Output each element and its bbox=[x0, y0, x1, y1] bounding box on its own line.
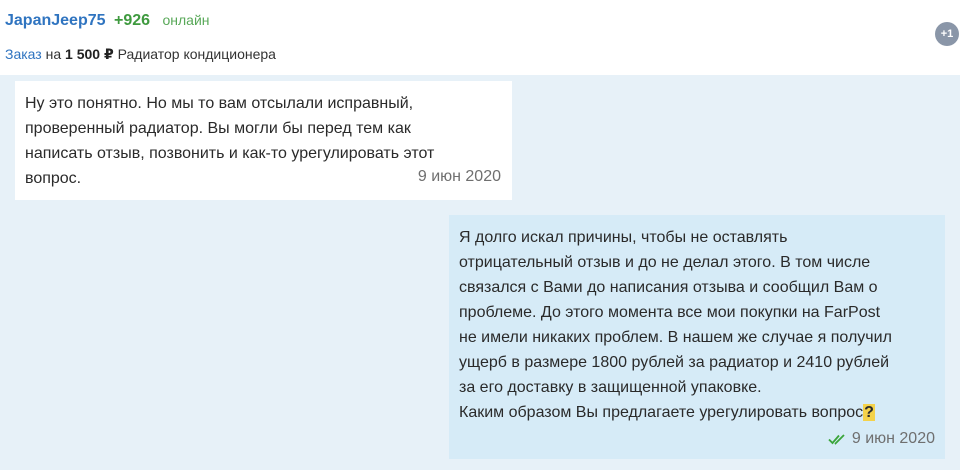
username-link[interactable]: JapanJeep75 bbox=[5, 12, 106, 29]
message-incoming: Ну это понятно. Но мы то вам отсылали ис… bbox=[15, 81, 512, 200]
chat-header: JapanJeep75 +926 онлайн Заказ на 1 500 ₽… bbox=[0, 0, 960, 75]
message-text-wrap: Я долго искал причины, чтобы не оставлят… bbox=[459, 225, 935, 425]
order-info: Заказ на 1 500 ₽ Радиатор кондиционера bbox=[5, 46, 276, 63]
message-outgoing: Я долго искал причины, чтобы не оставлят… bbox=[449, 215, 945, 459]
message-date: 9 июн 2020 bbox=[851, 430, 935, 447]
message-meta: 9 июн 2020 bbox=[828, 426, 935, 451]
message-meta: 9 июн 2020 bbox=[418, 164, 501, 189]
message-list[interactable]: Ну это понятно. Но мы то вам отсылали ис… bbox=[0, 75, 960, 470]
question-mark-highlight: ? bbox=[863, 404, 875, 421]
order-price: 1 500 ₽ bbox=[65, 46, 114, 62]
avatar-badge-count: +1 bbox=[940, 28, 954, 40]
message-date: 9 июн 2020 bbox=[417, 168, 501, 185]
avatar-badge[interactable]: +1 bbox=[935, 22, 959, 46]
order-link[interactable]: Заказ bbox=[5, 46, 42, 62]
online-status: онлайн bbox=[162, 12, 210, 28]
order-preposition: на bbox=[45, 46, 62, 62]
message-text: Я долго искал причины, чтобы не оставлят… bbox=[459, 229, 892, 421]
double-check-icon bbox=[828, 433, 845, 445]
user-info: JapanJeep75 +926 онлайн bbox=[5, 12, 210, 30]
order-item: Радиатор кондиционера bbox=[117, 46, 276, 62]
user-rating: +926 bbox=[113, 12, 151, 29]
